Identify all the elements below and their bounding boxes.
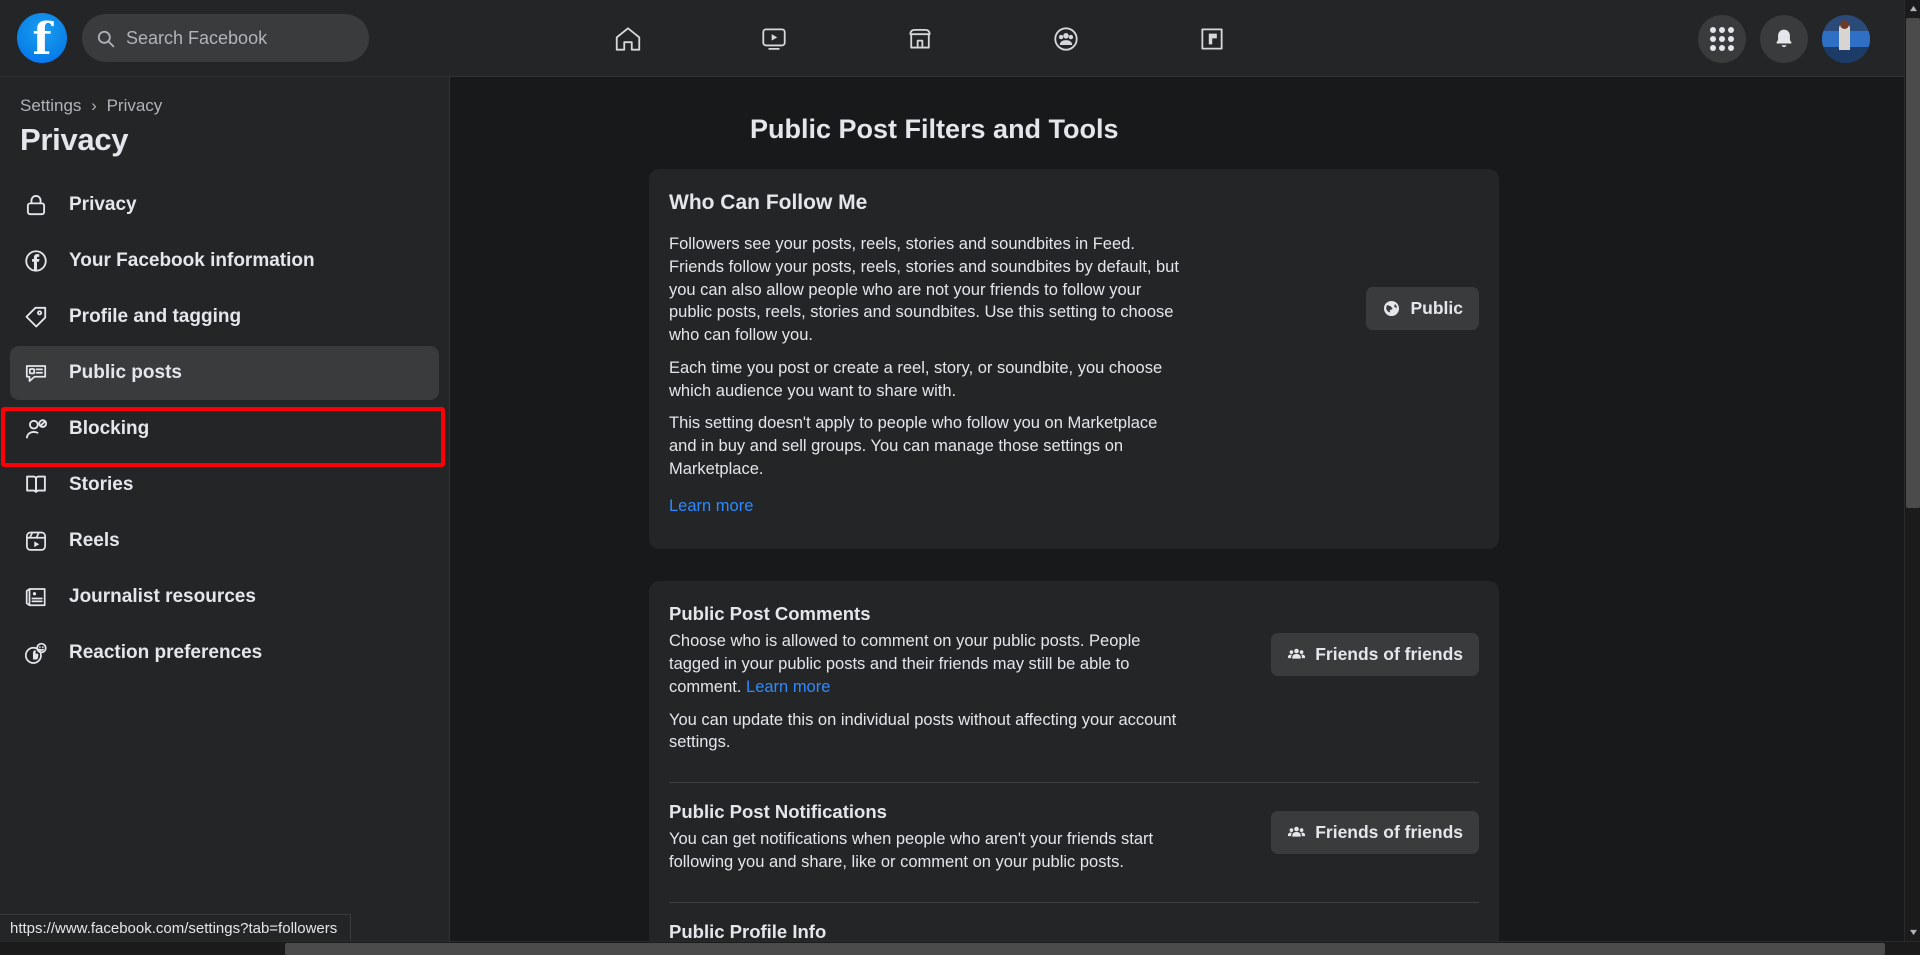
nav-video-button[interactable] bbox=[746, 11, 802, 67]
section-title: Public Post Filters and Tools bbox=[750, 114, 1904, 145]
search-icon bbox=[96, 29, 115, 48]
follow-paragraph-1: Followers see your posts, reels, stories… bbox=[669, 233, 1189, 347]
reels-icon bbox=[21, 526, 51, 556]
row-heading: Public Post Comments bbox=[669, 603, 1257, 625]
learn-more-link[interactable]: Learn more bbox=[746, 678, 830, 696]
notifications-button[interactable] bbox=[1760, 15, 1808, 63]
card-heading: Who Can Follow Me bbox=[669, 191, 1479, 215]
facebook-topbar: f bbox=[0, 0, 1904, 77]
sidebar-item-label: Journalist resources bbox=[69, 586, 256, 608]
main-navigation bbox=[600, 0, 1240, 77]
row-heading: Public Post Notifications bbox=[669, 801, 1257, 823]
row-divider bbox=[669, 782, 1479, 783]
sidebar-item-label: Reels bbox=[69, 530, 120, 552]
sidebar-item-profile-and-tagging[interactable]: Profile and tagging bbox=[10, 290, 439, 344]
nav-marketplace-button[interactable] bbox=[892, 11, 948, 67]
who-can-follow-me-audience-button[interactable]: Public bbox=[1366, 287, 1479, 330]
search-box[interactable] bbox=[82, 14, 369, 62]
topbar-actions bbox=[1698, 0, 1870, 77]
sidebar-item-journalist-resources[interactable]: Journalist resources bbox=[10, 570, 439, 624]
sidebar-item-public-posts[interactable]: Public posts bbox=[10, 346, 439, 400]
status-bar: https://www.facebook.com/settings?tab=fo… bbox=[0, 914, 351, 941]
follow-paragraph-2: Each time you post or create a reel, sto… bbox=[669, 357, 1189, 403]
newspaper-icon bbox=[21, 582, 51, 612]
sidebar-item-label: Stories bbox=[69, 474, 133, 496]
main-content: Public Post Filters and Tools Who Can Fo… bbox=[451, 77, 1904, 943]
sidebar-item-reels[interactable]: Reels bbox=[10, 514, 439, 568]
tag-icon bbox=[21, 302, 51, 332]
row-heading: Public Profile Info bbox=[669, 921, 1257, 943]
profile-avatar[interactable] bbox=[1822, 15, 1870, 63]
audience-button-label: Friends of friends bbox=[1315, 822, 1463, 843]
breadcrumb: Settings › Privacy bbox=[0, 96, 449, 116]
sidebar-item-label: Public posts bbox=[69, 362, 182, 384]
sidebar-item-label: Profile and tagging bbox=[69, 306, 241, 328]
facebook-circle-icon bbox=[21, 246, 51, 276]
menu-button[interactable] bbox=[1698, 15, 1746, 63]
page-title: Privacy bbox=[0, 122, 449, 158]
nav-groups-button[interactable] bbox=[1038, 11, 1094, 67]
public-profile-info-row: Public Profile Info Manage who can like … bbox=[669, 921, 1479, 943]
sidebar-item-label: Reaction preferences bbox=[69, 642, 262, 664]
learn-more-link[interactable]: Learn more bbox=[669, 497, 753, 515]
row-divider bbox=[669, 902, 1479, 903]
scroll-down-arrow[interactable] bbox=[1905, 924, 1920, 941]
public-post-notifications-audience-button[interactable]: Friends of friends bbox=[1271, 811, 1479, 854]
groups-icon bbox=[1051, 24, 1081, 54]
bell-icon bbox=[1772, 27, 1796, 51]
sidebar-nav-list: Privacy Your Facebook information bbox=[0, 178, 449, 680]
marketplace-icon bbox=[905, 24, 935, 54]
row-description: You can get notifications when people wh… bbox=[669, 828, 1189, 874]
audience-button-label: Public bbox=[1410, 298, 1463, 319]
grid-menu-icon bbox=[1710, 27, 1734, 51]
horizontal-scroll-thumb[interactable] bbox=[285, 943, 1885, 955]
globe-icon bbox=[1382, 299, 1401, 318]
audience-button-label: Friends of friends bbox=[1315, 644, 1463, 665]
row-description-secondary: You can update this on individual posts … bbox=[669, 709, 1189, 755]
follow-paragraph-3: This setting doesn't apply to people who… bbox=[669, 412, 1189, 480]
friends-icon bbox=[1287, 645, 1306, 664]
friends-icon bbox=[1287, 823, 1306, 842]
public-post-comments-row: Public Post Comments Choose who is allow… bbox=[669, 603, 1479, 764]
lock-icon bbox=[21, 190, 51, 220]
sidebar-item-label: Your Facebook information bbox=[69, 250, 315, 272]
breadcrumb-settings[interactable]: Settings bbox=[20, 96, 81, 115]
public-post-comments-audience-button[interactable]: Friends of friends bbox=[1271, 633, 1479, 676]
avatar-head bbox=[1840, 20, 1849, 29]
who-can-follow-me-card: Who Can Follow Me Followers see your pos… bbox=[649, 169, 1499, 549]
breadcrumb-privacy[interactable]: Privacy bbox=[107, 96, 163, 115]
vertical-scroll-thumb[interactable] bbox=[1906, 18, 1920, 508]
gaming-icon bbox=[1197, 24, 1227, 54]
sidebar-item-your-facebook-information[interactable]: Your Facebook information bbox=[10, 234, 439, 288]
sidebar-item-label: Blocking bbox=[69, 418, 149, 440]
book-icon bbox=[21, 470, 51, 500]
facebook-logo-glyph: f bbox=[17, 17, 67, 63]
nav-home-button[interactable] bbox=[600, 11, 656, 67]
block-user-icon bbox=[21, 414, 51, 444]
horizontal-scrollbar[interactable] bbox=[0, 941, 1920, 955]
row-description: Choose who is allowed to comment on your… bbox=[669, 630, 1189, 698]
home-icon bbox=[613, 24, 643, 54]
sidebar-item-reaction-preferences[interactable]: Reaction preferences bbox=[10, 626, 439, 680]
public-post-settings-card: Public Post Comments Choose who is allow… bbox=[649, 581, 1499, 943]
nav-gaming-button[interactable] bbox=[1184, 11, 1240, 67]
public-post-notifications-row: Public Post Notifications You can get no… bbox=[669, 801, 1479, 884]
row-description-text: Choose who is allowed to comment on your… bbox=[669, 632, 1140, 696]
search-input[interactable] bbox=[126, 28, 355, 49]
public-posts-icon bbox=[21, 358, 51, 388]
thumbs-up-icon bbox=[21, 638, 51, 668]
sidebar-item-label: Privacy bbox=[69, 194, 137, 216]
sidebar-item-blocking[interactable]: Blocking bbox=[10, 402, 439, 456]
sidebar-item-privacy[interactable]: Privacy bbox=[10, 178, 439, 232]
browser-viewport: f bbox=[0, 0, 1920, 955]
breadcrumb-separator: › bbox=[91, 96, 97, 115]
settings-sidebar: Settings › Privacy Privacy Privacy bbox=[0, 77, 450, 943]
status-bar-url: https://www.facebook.com/settings?tab=fo… bbox=[10, 920, 337, 937]
sidebar-item-stories[interactable]: Stories bbox=[10, 458, 439, 512]
video-icon bbox=[759, 24, 789, 54]
vertical-scrollbar[interactable] bbox=[1904, 0, 1920, 941]
facebook-logo[interactable]: f bbox=[17, 13, 67, 63]
scroll-up-arrow[interactable] bbox=[1905, 0, 1920, 17]
